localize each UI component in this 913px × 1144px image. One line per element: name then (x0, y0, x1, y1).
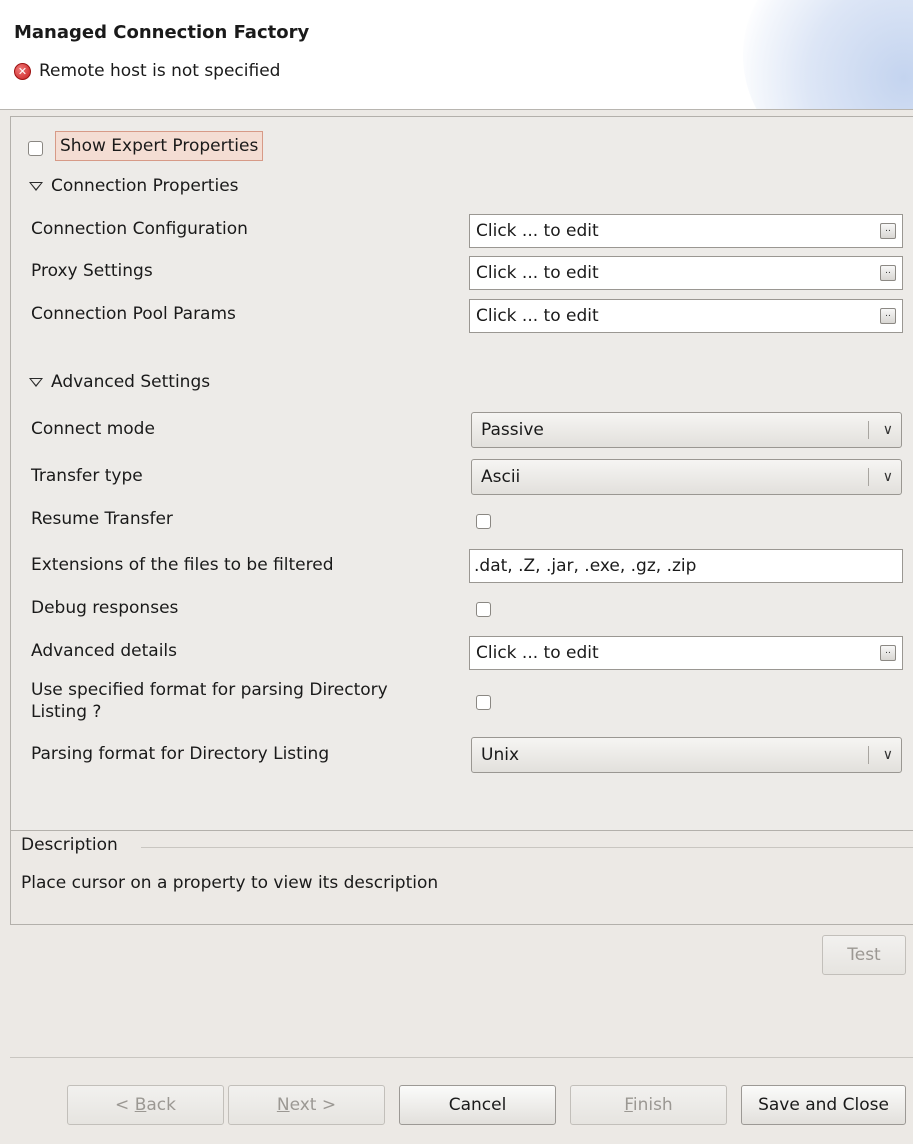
connection-configuration-label: Connection Configuration (31, 219, 248, 239)
test-button[interactable]: Test (822, 935, 906, 975)
connect-mode-label: Connect mode (31, 419, 155, 439)
section-title: Advanced Settings (51, 372, 211, 392)
connect-mode-select[interactable]: Passive ∨ (471, 412, 902, 448)
chevron-down-icon[interactable]: ∨ (883, 460, 893, 494)
error-message: ✕ Remote host is not specified (14, 61, 280, 81)
divider (868, 468, 869, 486)
debug-responses-checkbox[interactable] (476, 602, 491, 617)
back-mnemonic: B (134, 1095, 147, 1115)
back-button[interactable]: < Back (67, 1085, 224, 1125)
parsing-format-select[interactable]: Unix ∨ (471, 737, 902, 773)
divider (868, 421, 869, 439)
finish-mnemonic: F (624, 1095, 633, 1115)
next-button[interactable]: Next > (228, 1085, 385, 1125)
cancel-button[interactable]: Cancel (399, 1085, 556, 1125)
advanced-settings-section[interactable]: Advanced Settings (29, 372, 210, 392)
debug-responses-label: Debug responses (31, 598, 179, 618)
finish-rest: inish (632, 1095, 673, 1115)
ellipsis-edit-button[interactable]: .. (880, 265, 896, 281)
finish-button[interactable]: Finish (570, 1085, 727, 1125)
header-banner-graphic (743, 0, 913, 109)
connection-properties-section[interactable]: Connection Properties (29, 176, 239, 196)
section-title: Connection Properties (51, 176, 239, 196)
wizard-header: Managed Connection Factory ✕ Remote host… (0, 0, 913, 110)
next-mnemonic: N (276, 1095, 290, 1115)
use-format-label-line1: Use specified format for parsing Directo… (31, 680, 388, 700)
proxy-settings-label: Proxy Settings (31, 261, 153, 281)
advanced-details-field[interactable]: Click ... to edit .. (469, 636, 903, 670)
connection-pool-params-field[interactable]: Click ... to edit .. (469, 299, 903, 333)
select-value: Ascii (481, 467, 521, 487)
advanced-details-label: Advanced details (31, 641, 178, 661)
collapse-triangle-icon[interactable] (29, 377, 43, 387)
transfer-type-select[interactable]: Ascii ∨ (471, 459, 902, 495)
resume-transfer-label: Resume Transfer (31, 509, 173, 529)
field-value: .dat, .Z, .jar, .exe, .gz, .zip (474, 556, 697, 576)
parsing-format-label: Parsing format for Directory Listing (31, 744, 330, 764)
field-value: Click ... to edit (476, 643, 599, 663)
collapse-triangle-icon[interactable] (29, 181, 43, 191)
field-value: Click ... to edit (476, 221, 599, 241)
chevron-down-icon[interactable]: ∨ (883, 413, 893, 447)
error-message-text: Remote host is not specified (39, 61, 281, 81)
use-format-label-line2: Listing ? (31, 702, 102, 722)
ellipsis-edit-button[interactable]: .. (880, 223, 896, 239)
ellipsis-edit-button[interactable]: .. (880, 645, 896, 661)
error-circle-icon: ✕ (14, 62, 31, 80)
description-title: Description (21, 835, 124, 855)
back-rest: ack (146, 1095, 176, 1115)
field-value: Click ... to edit (476, 306, 599, 326)
extensions-input[interactable]: .dat, .Z, .jar, .exe, .gz, .zip (469, 549, 903, 583)
divider (868, 746, 869, 764)
connection-configuration-field[interactable]: Click ... to edit .. (469, 214, 903, 248)
divider (10, 1057, 913, 1058)
back-prefix: < (115, 1095, 135, 1115)
page-title: Managed Connection Factory (14, 22, 310, 43)
chevron-down-icon[interactable]: ∨ (883, 738, 893, 772)
description-group: Description Place cursor on a property t… (10, 830, 913, 925)
divider (141, 847, 913, 848)
ellipsis-edit-button[interactable]: .. (880, 308, 896, 324)
save-and-close-button[interactable]: Save and Close (741, 1085, 906, 1125)
connection-pool-params-label: Connection Pool Params (31, 304, 236, 324)
show-expert-label[interactable]: Show Expert Properties (55, 131, 264, 161)
select-value: Passive (481, 420, 544, 440)
extensions-label: Extensions of the files to be filtered (31, 555, 334, 575)
proxy-settings-field[interactable]: Click ... to edit .. (469, 256, 903, 290)
transfer-type-label: Transfer type (31, 466, 143, 486)
next-rest: ext > (289, 1095, 337, 1115)
properties-panel: Show Expert Properties Connection Proper… (10, 116, 913, 830)
resume-transfer-checkbox[interactable] (476, 514, 491, 529)
show-expert-checkbox[interactable] (28, 141, 43, 156)
use-format-label: Use specified format for parsing Directo… (31, 679, 388, 723)
use-format-checkbox[interactable] (476, 695, 491, 710)
select-value: Unix (481, 745, 520, 765)
field-value: Click ... to edit (476, 263, 599, 283)
description-text: Place cursor on a property to view its d… (21, 873, 439, 893)
